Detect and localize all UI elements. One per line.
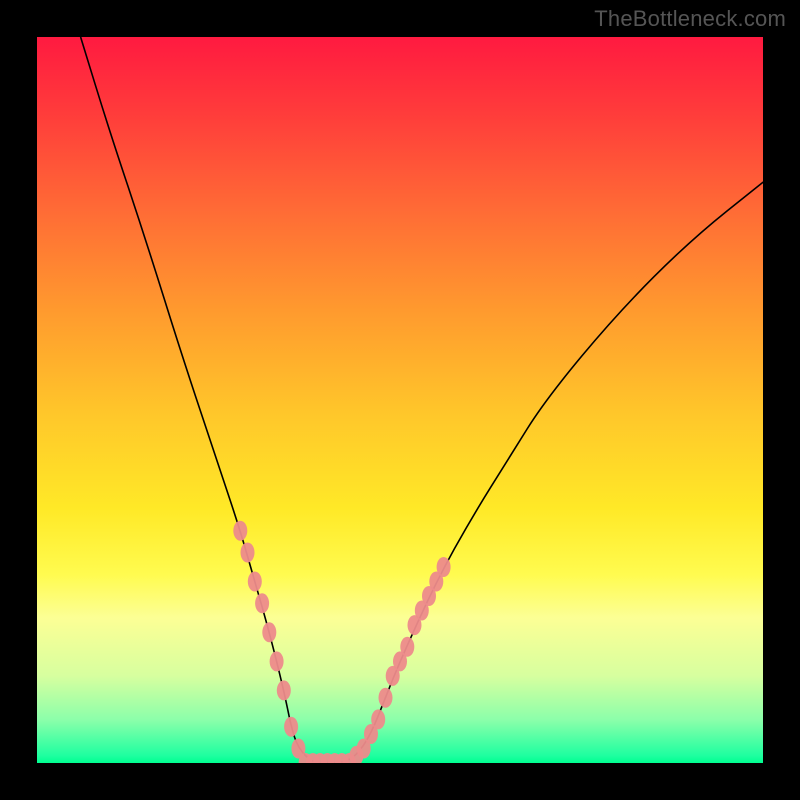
- highlight-dots-group: [233, 521, 450, 763]
- watermark-text: TheBottleneck.com: [594, 6, 786, 32]
- highlight-dot: [371, 709, 385, 729]
- highlight-dot: [284, 717, 298, 737]
- highlight-dot: [400, 637, 414, 657]
- highlight-dot: [270, 651, 284, 671]
- highlight-dot: [241, 543, 255, 563]
- highlight-dot: [233, 521, 247, 541]
- chart-plot-area: [37, 37, 763, 763]
- highlight-dot: [437, 557, 451, 577]
- highlight-dot: [248, 572, 262, 592]
- highlight-dot: [262, 622, 276, 642]
- highlight-dot: [255, 593, 269, 613]
- highlight-dot: [277, 680, 291, 700]
- bottleneck-curve-svg: [37, 37, 763, 763]
- bottleneck-curve-path: [81, 37, 763, 763]
- highlight-dot: [379, 688, 393, 708]
